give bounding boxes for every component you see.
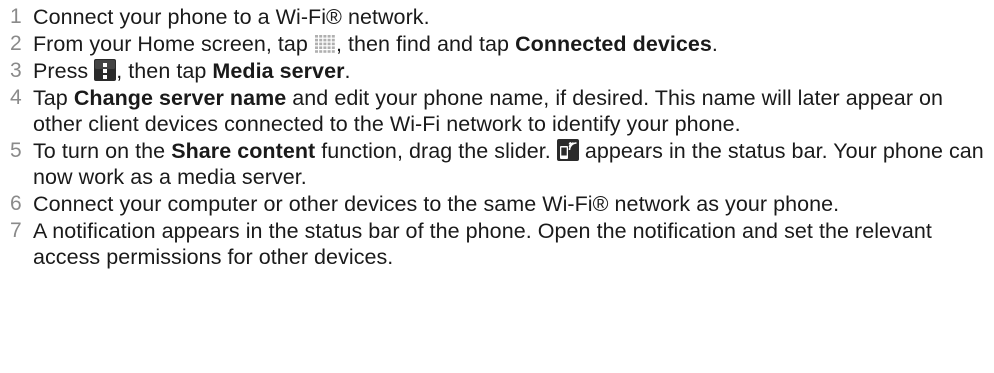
step-number: 1 [10,5,22,28]
step-text: Connect your phone to a Wi-Fi® network. [33,5,430,29]
step-text: Connect your computer or other devices t… [33,192,839,216]
media-server-status-icon [556,139,579,161]
step-item: 7 A notification appears in the status ba… [0,218,994,270]
step-number: 7 [10,219,22,242]
step-ui-label: Change server name [73,86,287,110]
step-number: 6 [10,192,22,215]
step-text-segment: . [711,32,718,56]
step-text: To turn on the Share content function, d… [33,139,984,189]
step-ui-label: Media server [212,59,345,83]
step-text: From your Home screen, tap , then find a… [33,32,718,56]
step-text: Tap Change server name and edit your pho… [33,86,943,136]
step-text-segment: function, drag the slider. [315,139,557,163]
step-ui-label: Connected devices [515,32,712,56]
step-item: 4 Tap Change server name and edit your ph… [0,85,994,137]
menu-key-icon [94,59,117,81]
step-item: 5 To turn on the Share content function, … [0,138,994,190]
step-text: A notification appears in the status bar… [33,219,932,269]
step-text: Press , then tap Media server. [33,59,351,83]
app-grid-icon [314,34,336,54]
step-text-segment: Press [33,59,95,83]
step-text-segment: To turn on the [33,139,172,163]
step-item: 2 From your Home screen, tap , then find … [0,31,994,57]
step-text-segment: Connect your computer or other devices t… [33,192,840,216]
step-text-segment: Tap [33,86,74,110]
step-number: 5 [10,139,22,162]
step-item: 3 Press , then tap Media server. [0,58,994,84]
step-ui-label: Share content [171,139,316,163]
step-text-segment: Connect your phone to a Wi-Fi® network. [33,5,430,29]
instruction-steps: 1 Connect your phone to a Wi-Fi® network.… [0,0,994,271]
step-item: 6 Connect your computer or other devices … [0,191,994,217]
step-number: 3 [10,59,22,82]
step-text-segment: , then tap [116,59,213,83]
step-text-segment: From your Home screen, tap [33,32,314,56]
step-text-segment: A notification appears in the status bar… [33,219,932,269]
step-number: 4 [10,86,22,109]
step-text-segment: . [344,59,351,83]
step-item: 1 Connect your phone to a Wi-Fi® network. [0,4,994,30]
step-text-segment: , then find and tap [335,32,516,56]
step-number: 2 [10,32,22,55]
